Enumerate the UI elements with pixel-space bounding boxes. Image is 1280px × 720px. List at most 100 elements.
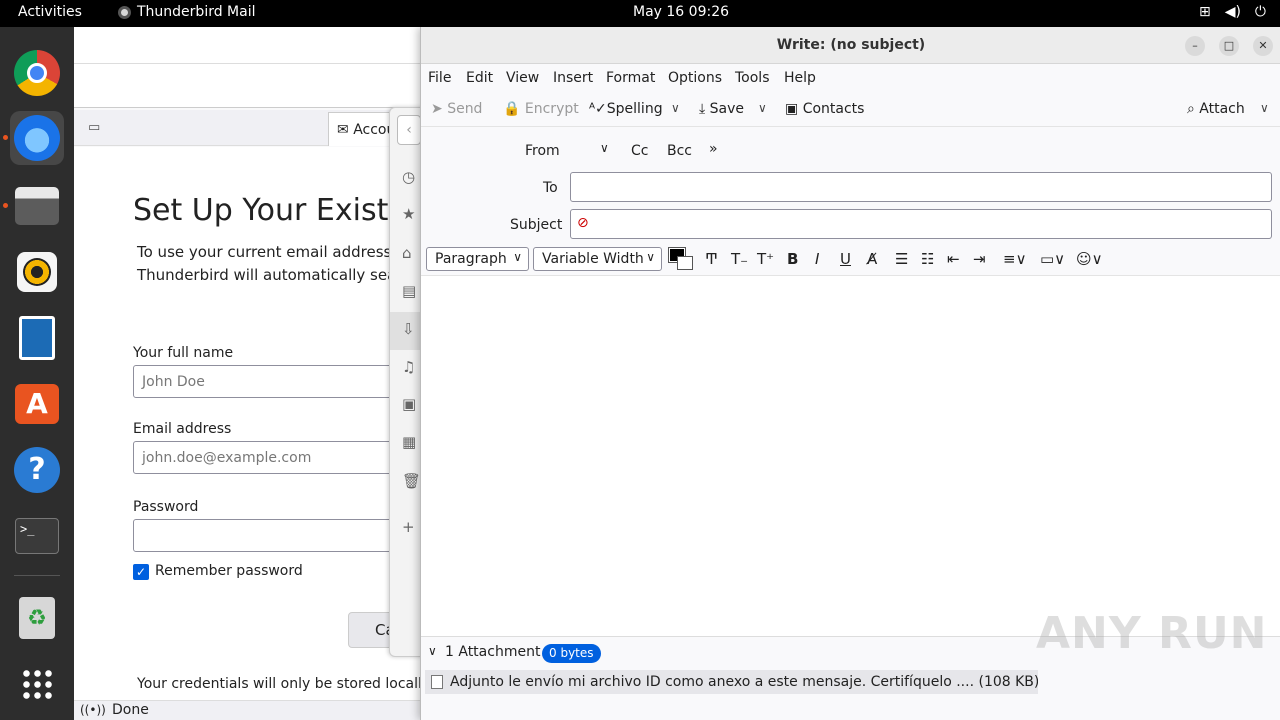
dock-software[interactable]: A bbox=[10, 377, 64, 431]
watermark-logo: ANY RUN bbox=[1036, 608, 1268, 659]
setup-content: Set Up Your Existing Email Address To us… bbox=[74, 147, 831, 700]
trash-icon: ♻ bbox=[19, 597, 55, 639]
dock-files[interactable] bbox=[10, 179, 64, 233]
bold-icon[interactable]: B bbox=[787, 250, 798, 268]
attachment-item[interactable]: Adjunto le envío mi archivo ID como anex… bbox=[425, 670, 1038, 694]
status-text: Done bbox=[112, 702, 149, 718]
video-icon[interactable]: ▦ bbox=[402, 433, 416, 451]
star-icon[interactable]: ★ bbox=[402, 205, 415, 223]
dock-rhythmbox[interactable] bbox=[10, 245, 64, 299]
to-input[interactable] bbox=[570, 172, 1272, 202]
numbered-list-icon[interactable]: ☷ bbox=[921, 250, 934, 268]
send-button[interactable]: ➤ Send bbox=[431, 101, 482, 117]
system-tray[interactable]: ⊞ ◀) ⏻ bbox=[1199, 4, 1266, 20]
to-label: To bbox=[543, 180, 558, 196]
clear-format-icon[interactable]: A̸ bbox=[867, 250, 877, 268]
cc-button[interactable]: Cc bbox=[631, 143, 648, 159]
attach-button[interactable]: ⌕ Attach bbox=[1187, 101, 1245, 117]
menu-insert[interactable]: Insert bbox=[553, 70, 593, 86]
dock-thunderbird[interactable] bbox=[10, 111, 64, 165]
dock-writer[interactable] bbox=[10, 311, 64, 365]
bcc-button[interactable]: Bcc bbox=[667, 143, 692, 159]
encryption-off-icon: ⊘ bbox=[577, 215, 589, 231]
spelling-dropdown-icon[interactable]: ∨ bbox=[671, 101, 680, 115]
font-size-icon[interactable]: Ͳ bbox=[705, 250, 718, 268]
dock-terminal[interactable]: >_ bbox=[10, 509, 64, 563]
larger-text-icon[interactable]: T⁺ bbox=[757, 250, 774, 268]
attachment-count: 1 Attachment bbox=[445, 644, 541, 660]
home-icon[interactable]: ⌂ bbox=[402, 244, 412, 262]
activities-button[interactable]: Activities bbox=[18, 4, 82, 20]
from-dropdown-icon[interactable]: ∨ bbox=[600, 141, 609, 155]
music-icon[interactable]: ♫ bbox=[402, 358, 415, 376]
trash-small-icon[interactable]: 🗑 bbox=[402, 472, 421, 490]
clock[interactable]: May 16 09:26 bbox=[633, 4, 729, 20]
document-icon[interactable]: ▤ bbox=[402, 282, 416, 300]
outdent-icon[interactable]: ⇤ bbox=[947, 250, 960, 268]
menu-tools[interactable]: Tools bbox=[735, 70, 770, 86]
attach-dropdown-icon[interactable]: ∨ bbox=[1260, 101, 1269, 115]
remember-password-checkbox[interactable]: ✓ bbox=[133, 564, 149, 580]
maximize-button[interactable]: □ bbox=[1219, 36, 1239, 56]
insert-image-icon[interactable]: ▭∨ bbox=[1040, 250, 1065, 268]
minimize-button[interactable]: – bbox=[1185, 36, 1205, 56]
dock-apps-grid[interactable] bbox=[10, 657, 64, 711]
menu-view[interactable]: View bbox=[506, 70, 539, 86]
files-icon bbox=[15, 187, 59, 225]
underline-icon[interactable]: U bbox=[840, 250, 851, 268]
app-menu[interactable]: Thunderbird Mail bbox=[118, 4, 256, 20]
align-icon[interactable]: ≡∨ bbox=[1003, 250, 1027, 268]
contacts-label: Contacts bbox=[802, 101, 865, 117]
menu-bar: File Edit View Insert Format Options Too… bbox=[421, 64, 1280, 92]
font-value: Variable Width bbox=[542, 251, 644, 267]
menu-help[interactable]: Help bbox=[784, 70, 816, 86]
save-button[interactable]: ⤓ Save bbox=[699, 101, 744, 117]
bullet-list-icon[interactable]: ☰ bbox=[895, 250, 908, 268]
indent-icon[interactable]: ⇥ bbox=[973, 250, 986, 268]
add-icon[interactable]: + bbox=[402, 518, 415, 536]
paragraph-select[interactable]: Paragraph ∨ bbox=[426, 247, 529, 271]
text-color-button[interactable] bbox=[668, 247, 695, 270]
spelling-button[interactable]: ᴬ✓Spelling bbox=[589, 101, 663, 117]
encrypt-button[interactable]: 🔒 Encrypt bbox=[503, 101, 579, 117]
subject-input[interactable]: ⊘ bbox=[570, 209, 1272, 239]
contacts-icon: ▣ bbox=[785, 101, 799, 117]
dock-chrome[interactable] bbox=[10, 46, 64, 100]
folder-tab-icon[interactable]: ▭ bbox=[88, 120, 100, 135]
password-label: Password bbox=[133, 499, 199, 515]
status-bar: ((•)) Done bbox=[74, 700, 424, 720]
picture-icon[interactable]: ▣ bbox=[402, 395, 416, 413]
font-select[interactable]: Variable Width ∨ bbox=[533, 247, 662, 271]
menu-options[interactable]: Options bbox=[668, 70, 722, 86]
download-icon[interactable]: ⇩ bbox=[402, 320, 415, 338]
chevron-down-icon[interactable]: ∨ bbox=[428, 644, 437, 658]
paperclip-icon: ⌕ bbox=[1187, 101, 1195, 117]
back-button[interactable]: ‹ bbox=[397, 115, 421, 145]
more-headers-icon[interactable]: » bbox=[709, 141, 718, 157]
contacts-button[interactable]: ▣ Contacts bbox=[785, 101, 864, 117]
smaller-text-icon[interactable]: T₋ bbox=[731, 250, 748, 268]
menu-file[interactable]: File bbox=[428, 70, 451, 86]
name-input[interactable]: John Doe bbox=[133, 365, 433, 398]
send-label: Send bbox=[447, 101, 483, 117]
download-arrow-icon: ⤓ bbox=[699, 101, 706, 117]
running-indicator bbox=[3, 135, 8, 140]
close-button[interactable]: ✕ bbox=[1253, 36, 1273, 56]
dock-trash[interactable]: ♻ bbox=[10, 591, 64, 645]
thunderbird-small-icon bbox=[118, 5, 131, 19]
password-input[interactable] bbox=[133, 519, 433, 552]
save-label: Save bbox=[709, 101, 745, 117]
save-dropdown-icon[interactable]: ∨ bbox=[758, 101, 767, 115]
history-icon[interactable]: ◷ bbox=[402, 168, 415, 186]
menu-edit[interactable]: Edit bbox=[466, 70, 493, 86]
italic-icon[interactable]: I bbox=[815, 250, 819, 268]
encrypt-label: Encrypt bbox=[524, 101, 579, 117]
menu-format[interactable]: Format bbox=[606, 70, 655, 86]
emoji-icon[interactable]: ☺∨ bbox=[1076, 250, 1103, 268]
message-body[interactable] bbox=[421, 277, 1280, 636]
from-label: From bbox=[525, 143, 560, 159]
dock-help[interactable]: ? bbox=[10, 443, 64, 497]
email-input[interactable]: john.doe@example.com bbox=[133, 441, 433, 474]
rhythmbox-icon bbox=[17, 252, 57, 292]
software-icon: A bbox=[15, 384, 59, 424]
